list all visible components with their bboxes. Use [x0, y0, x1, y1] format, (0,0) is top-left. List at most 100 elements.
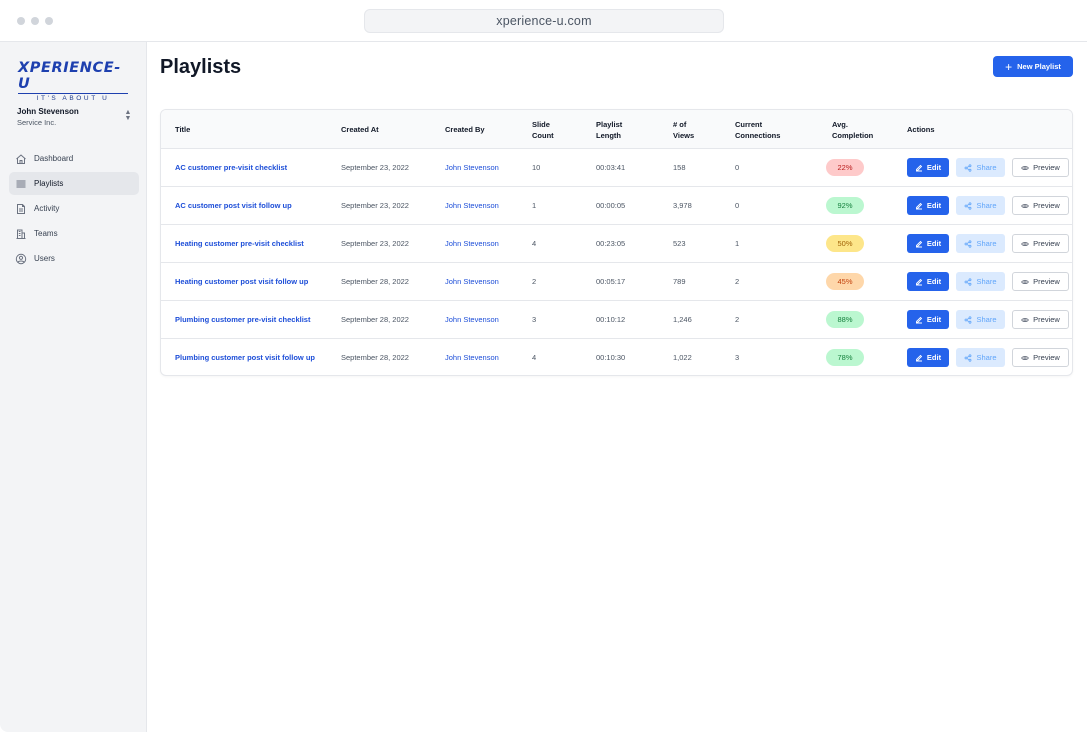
edit-button[interactable]: Edit: [907, 196, 949, 215]
cell-title[interactable]: AC customer pre-visit checklist: [175, 149, 287, 186]
share-button[interactable]: Share: [956, 348, 1005, 367]
completion-badge: 78%: [826, 349, 864, 366]
sidebar-item-users[interactable]: Users: [9, 247, 139, 270]
share-label: Share: [976, 277, 997, 286]
cell-title[interactable]: Plumbing customer post visit follow up: [175, 339, 315, 375]
cell-created-by[interactable]: John Stevenson: [445, 301, 499, 338]
address-bar[interactable]: xperience-u.com: [364, 9, 724, 33]
row-actions: Edit Share Preview: [907, 310, 1069, 329]
edit-icon: [915, 354, 923, 362]
cell-created-by[interactable]: John Stevenson: [445, 149, 499, 186]
cell-title[interactable]: Heating customer pre-visit checklist: [175, 225, 304, 262]
cell-created-by[interactable]: John Stevenson: [445, 339, 499, 375]
share-button[interactable]: Share: [956, 196, 1005, 215]
edit-button[interactable]: Edit: [907, 272, 949, 291]
edit-icon: [915, 202, 923, 210]
column-header-title[interactable]: Title: [175, 110, 190, 149]
edit-icon: [915, 316, 923, 324]
cell-current-connections: 0: [735, 163, 740, 172]
cell-avg-completion: 88%: [826, 301, 864, 338]
minimize-window-dot[interactable]: [31, 17, 39, 25]
preview-button[interactable]: Preview: [1012, 348, 1069, 367]
header-line: Completion: [832, 130, 874, 140]
logo-tagline: IT'S ABOUT U: [18, 93, 128, 103]
column-header-slide-count[interactable]: Slide Count: [532, 110, 554, 149]
cell-slide-count: 2: [532, 277, 537, 286]
table-row[interactable]: Heating customer pre-visit checklist Sept…: [161, 225, 1072, 263]
column-header-created-at[interactable]: Created At: [341, 110, 379, 149]
new-playlist-button[interactable]: + New Playlist: [993, 56, 1073, 77]
sidebar-item-teams[interactable]: Teams: [9, 222, 139, 245]
table-row[interactable]: Heating customer post visit follow up Sep…: [161, 263, 1072, 301]
new-playlist-label: New Playlist: [1017, 62, 1061, 71]
preview-button[interactable]: Preview: [1012, 272, 1069, 291]
account-switcher[interactable]: John Stevenson Service Inc. ▲ ▼: [17, 106, 132, 128]
logo-wordmark: XPERIENCE-U: [18, 60, 121, 92]
preview-label: Preview: [1033, 353, 1060, 362]
cell-playlist-length: 00:10:12: [596, 315, 626, 324]
share-icon: [964, 239, 972, 248]
header-line: Count: [532, 130, 554, 140]
eye-icon: [1021, 354, 1030, 362]
share-icon: [964, 277, 972, 286]
column-header-avg-completion[interactable]: Avg. Completion: [832, 110, 873, 149]
browser-window: xperience-u.com XPERIENCE-U IT'S ABOUT U…: [0, 0, 1087, 732]
sidebar-item-label: Playlists: [34, 179, 64, 188]
cell-title[interactable]: Plumbing customer pre-visit checklist: [175, 301, 310, 338]
preview-button[interactable]: Preview: [1012, 158, 1069, 177]
cell-title[interactable]: Heating customer post visit follow up: [175, 263, 308, 300]
cell-playlist-length: 00:03:41: [596, 163, 626, 172]
column-header-current-connections[interactable]: Current Connections: [735, 110, 780, 149]
cell-title[interactable]: AC customer post visit follow up: [175, 187, 292, 224]
cell-playlist-length: 00:05:17: [596, 277, 626, 286]
edit-label: Edit: [926, 201, 942, 210]
preview-button[interactable]: Preview: [1012, 310, 1069, 329]
cell-views: 1,246: [673, 315, 692, 324]
column-header-playlist-length[interactable]: Playlist Length: [596, 110, 622, 149]
share-button[interactable]: Share: [956, 272, 1005, 291]
completion-badge: 22%: [826, 159, 864, 176]
sidebar-item-dashboard[interactable]: Dashboard: [9, 147, 139, 170]
column-header-views[interactable]: # of Views: [673, 110, 694, 149]
cell-current-connections: 3: [735, 353, 740, 362]
eye-icon: [1021, 240, 1030, 248]
edit-label: Edit: [926, 353, 942, 362]
preview-button[interactable]: Preview: [1012, 234, 1069, 253]
share-label: Share: [976, 353, 997, 362]
app-logo[interactable]: XPERIENCE-U IT'S ABOUT U: [18, 60, 130, 103]
cell-created-by[interactable]: John Stevenson: [445, 187, 499, 224]
share-button[interactable]: Share: [956, 310, 1005, 329]
edit-button[interactable]: Edit: [907, 348, 949, 367]
cell-views: 789: [673, 277, 686, 286]
column-header-created-by[interactable]: Created By: [445, 110, 485, 149]
share-button[interactable]: Share: [956, 158, 1005, 177]
edit-button[interactable]: Edit: [907, 158, 949, 177]
home-icon: [15, 153, 27, 165]
user-circle-icon: [15, 253, 27, 265]
row-actions: Edit Share Preview: [907, 348, 1069, 367]
share-label: Share: [976, 315, 997, 324]
building-icon: [15, 228, 27, 240]
table-row[interactable]: AC customer post visit follow up Septembe…: [161, 187, 1072, 225]
cell-slide-count: 4: [532, 353, 537, 362]
edit-button[interactable]: Edit: [907, 310, 949, 329]
preview-button[interactable]: Preview: [1012, 196, 1069, 215]
table-row[interactable]: Plumbing customer post visit follow up Se…: [161, 339, 1072, 375]
eye-icon: [1021, 278, 1030, 286]
sidebar-item-label: Dashboard: [34, 154, 74, 163]
table-row[interactable]: Plumbing customer pre-visit checklist Sep…: [161, 301, 1072, 339]
table-row[interactable]: AC customer pre-visit checklist September…: [161, 149, 1072, 187]
cell-created-by[interactable]: John Stevenson: [445, 225, 499, 262]
share-icon: [964, 353, 972, 362]
row-actions: Edit Share Preview: [907, 158, 1069, 177]
share-button[interactable]: Share: [956, 234, 1005, 253]
sidebar-item-playlists[interactable]: Playlists: [9, 172, 139, 195]
sidebar-item-activity[interactable]: Activity: [9, 197, 139, 220]
cell-created-at: September 23, 2022: [341, 163, 409, 172]
table-header: Title Created At Created By Slide Count …: [161, 110, 1072, 149]
maximize-window-dot[interactable]: [45, 17, 53, 25]
cell-created-by[interactable]: John Stevenson: [445, 263, 499, 300]
close-window-dot[interactable]: [17, 17, 25, 25]
edit-button[interactable]: Edit: [907, 234, 949, 253]
cell-avg-completion: 92%: [826, 187, 864, 224]
